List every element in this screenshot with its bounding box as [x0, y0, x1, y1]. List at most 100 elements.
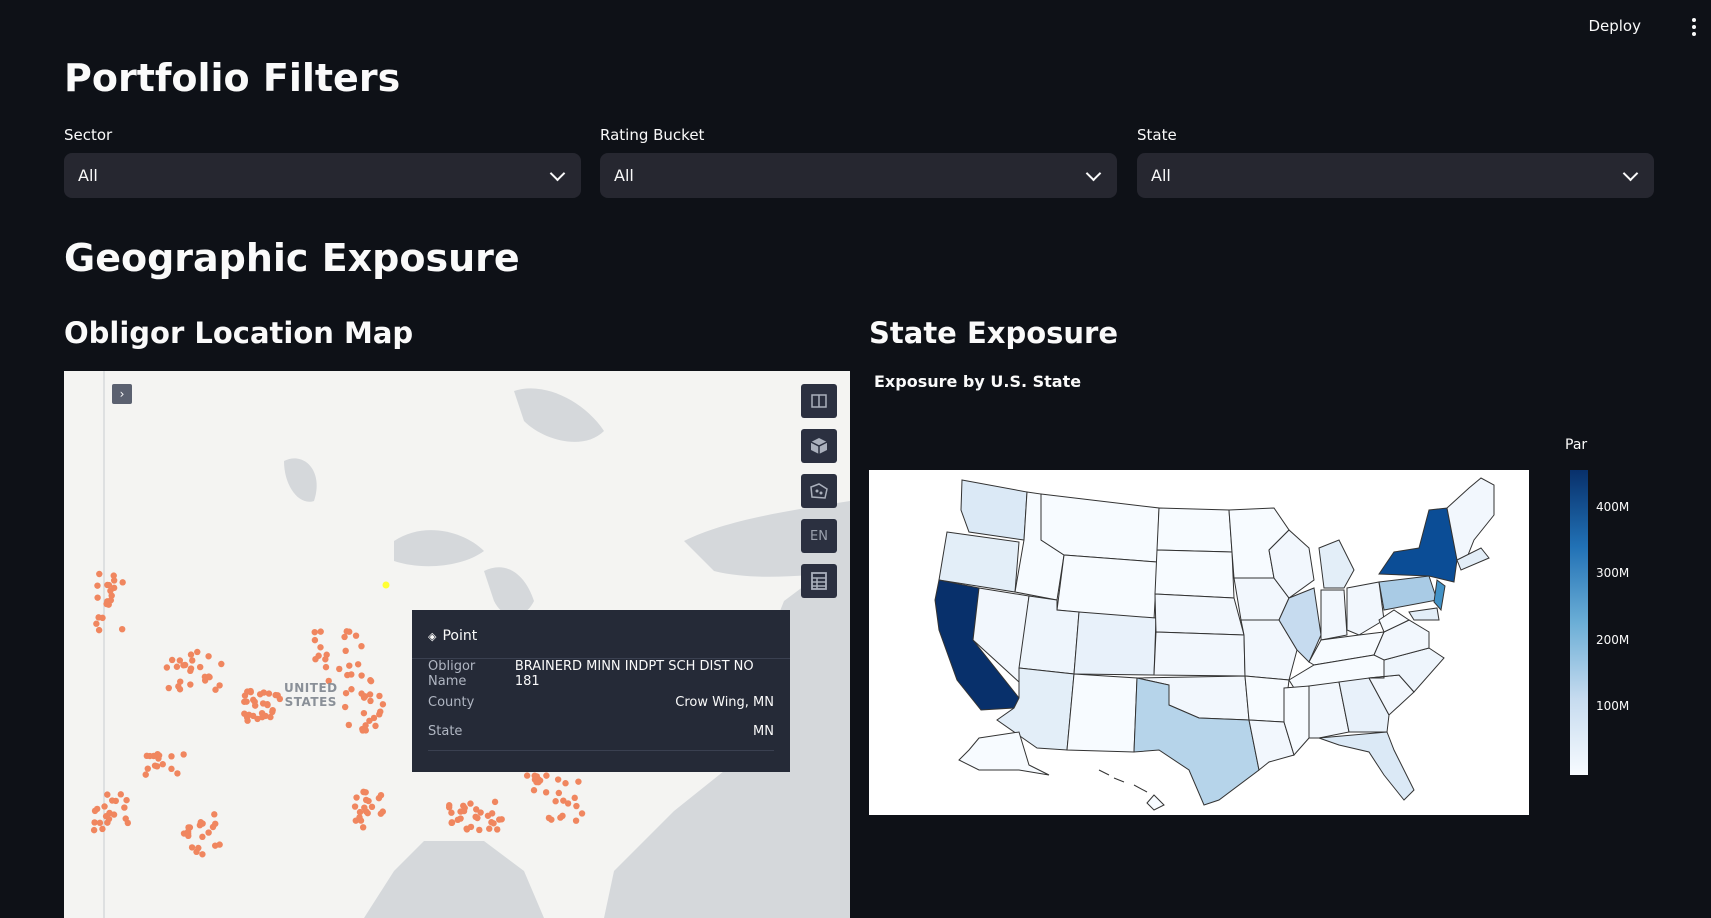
obligor-point[interactable] — [370, 714, 378, 722]
obligor-point[interactable] — [102, 813, 110, 820]
obligor-point[interactable] — [360, 694, 368, 701]
obligor-point[interactable] — [195, 844, 202, 852]
obligor-point[interactable] — [523, 772, 531, 779]
obligor-point[interactable] — [104, 791, 111, 798]
obligor-point[interactable] — [578, 810, 586, 817]
obligor-point[interactable] — [535, 778, 542, 786]
obligor-point[interactable] — [218, 660, 225, 668]
obligor-point[interactable] — [189, 657, 196, 664]
sector-select[interactable]: All — [64, 153, 581, 198]
obligor-point[interactable] — [554, 776, 562, 783]
obligor-point[interactable] — [168, 753, 175, 760]
obligor-point[interactable] — [377, 791, 385, 799]
table-icon[interactable] — [801, 564, 837, 598]
obligor-point[interactable] — [490, 820, 497, 827]
obligor-point[interactable] — [95, 626, 103, 634]
obligor-point[interactable] — [96, 819, 104, 827]
obligor-point[interactable] — [118, 625, 126, 633]
choropleth-map[interactable] — [869, 470, 1529, 815]
obligor-point[interactable] — [543, 772, 550, 779]
obligor-point[interactable] — [472, 813, 479, 821]
obligor-point[interactable] — [575, 778, 582, 785]
obligor-point[interactable] — [312, 655, 319, 663]
obligor-point[interactable] — [163, 664, 171, 671]
obligor-point[interactable] — [457, 815, 464, 822]
obligor-point[interactable] — [345, 721, 353, 729]
obligor-point[interactable] — [123, 796, 130, 804]
obligor-point[interactable] — [199, 851, 206, 858]
obligor-point[interactable] — [341, 633, 348, 641]
obligor-point[interactable] — [121, 804, 128, 811]
obligor-point[interactable] — [205, 653, 212, 660]
obligor-point[interactable] — [342, 647, 349, 655]
obligor-point[interactable] — [272, 691, 279, 699]
obligor-point[interactable] — [486, 825, 493, 832]
obligor-point[interactable] — [352, 632, 360, 639]
obligor-point[interactable] — [366, 691, 374, 698]
obligor-point[interactable] — [95, 614, 102, 621]
obligor-point[interactable] — [93, 620, 100, 627]
obligor-point[interactable] — [354, 661, 362, 668]
highlighted-point[interactable] — [382, 581, 390, 589]
obligor-point[interactable] — [351, 803, 359, 810]
obligor-point[interactable] — [99, 825, 106, 833]
obligor-point[interactable] — [265, 690, 273, 697]
obligor-point[interactable] — [174, 770, 181, 777]
obligor-point[interactable] — [177, 678, 184, 685]
obligor-point[interactable] — [552, 798, 559, 805]
obligor-point[interactable] — [94, 582, 101, 589]
obligor-point[interactable] — [119, 579, 126, 586]
obligor-point[interactable] — [557, 814, 564, 821]
obligor-point[interactable] — [342, 689, 350, 697]
obligor-point[interactable] — [348, 671, 355, 678]
obligor-point[interactable] — [173, 663, 181, 670]
obligor-point[interactable] — [101, 803, 108, 810]
obligor-point[interactable] — [194, 648, 201, 656]
obligor-point[interactable] — [542, 789, 550, 796]
obligor-point[interactable] — [117, 791, 125, 798]
obligor-point[interactable] — [498, 816, 505, 823]
obligor-point[interactable] — [530, 787, 538, 794]
obligor-point[interactable] — [216, 682, 223, 689]
kebab-icon[interactable] — [1691, 18, 1697, 36]
obligor-point[interactable] — [367, 697, 374, 705]
obligor-point[interactable] — [96, 570, 103, 578]
obligor-point[interactable] — [311, 628, 318, 636]
obligor-point[interactable] — [533, 773, 541, 780]
obligor-point[interactable] — [346, 662, 353, 669]
obligor-point[interactable] — [211, 811, 218, 818]
obligor-point[interactable] — [256, 691, 264, 698]
obligor-point[interactable] — [564, 800, 572, 807]
obligor-point[interactable] — [258, 709, 266, 717]
obligor-point[interactable] — [322, 663, 330, 671]
obligor-point[interactable] — [368, 803, 376, 811]
obligor-point[interactable] — [122, 815, 129, 822]
expand-panel-icon[interactable]: › — [112, 384, 132, 404]
us-state-map[interactable] — [869, 470, 1529, 815]
obligor-point[interactable] — [359, 727, 366, 734]
obligor-point[interactable] — [212, 842, 219, 849]
obligor-point[interactable] — [460, 807, 468, 815]
book-icon[interactable] — [801, 384, 837, 418]
obligor-point[interactable] — [143, 752, 151, 760]
obligor-point[interactable] — [352, 817, 360, 824]
obligor-point[interactable] — [360, 709, 368, 717]
obligor-point[interactable] — [336, 665, 343, 673]
obligor-point[interactable] — [545, 814, 553, 822]
obligor-point[interactable] — [477, 809, 484, 816]
obligor-point[interactable] — [358, 642, 365, 650]
obligor-point[interactable] — [159, 761, 166, 768]
obligor-point[interactable] — [110, 577, 118, 584]
obligor-point[interactable] — [491, 798, 499, 806]
polygon-icon[interactable] — [801, 474, 837, 508]
obligor-point[interactable] — [180, 662, 187, 669]
obligor-point[interactable] — [144, 765, 151, 772]
obligor-point[interactable] — [367, 677, 375, 685]
obligor-point[interactable] — [571, 794, 578, 802]
obligor-point[interactable] — [323, 651, 330, 658]
obligor-point[interactable] — [168, 765, 175, 773]
obligor-point[interactable] — [254, 715, 261, 723]
obligor-location-map[interactable]: › EN UNITED STATES ◈ Point Obligor Name … — [64, 371, 850, 918]
obligor-point[interactable] — [199, 833, 206, 841]
obligor-point[interactable] — [154, 750, 161, 758]
